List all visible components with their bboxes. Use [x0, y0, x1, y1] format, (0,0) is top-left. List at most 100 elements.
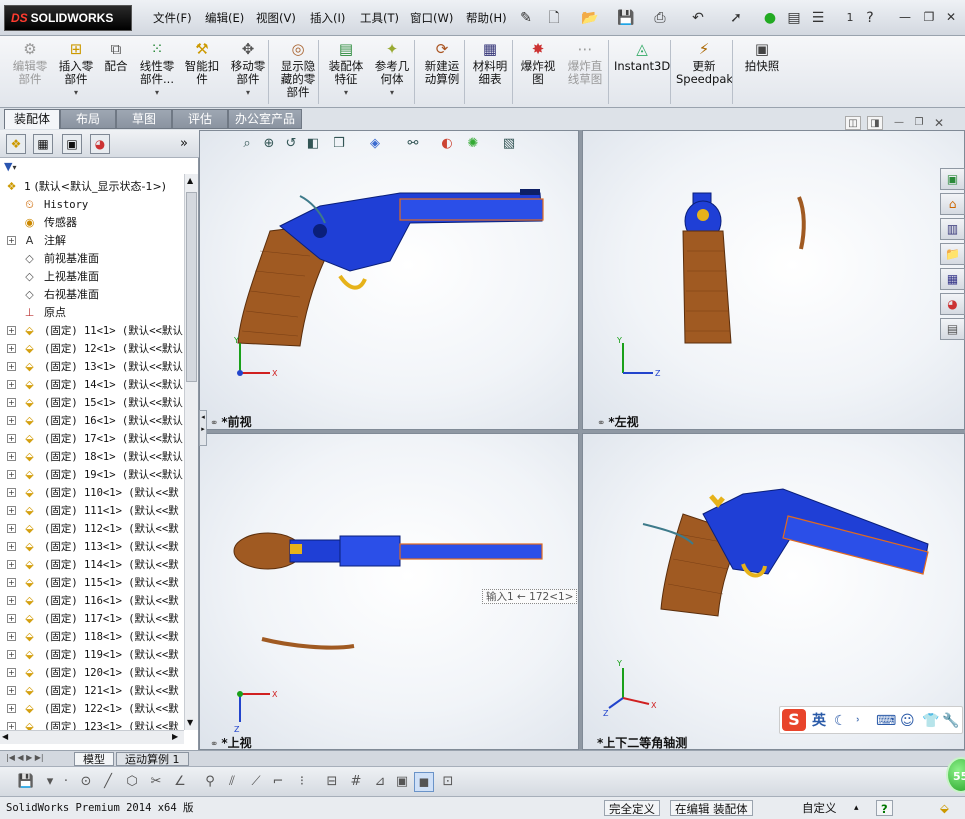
expand-icon[interactable]: + — [7, 344, 16, 353]
tab-office-products[interactable]: 办公室产品 — [228, 109, 302, 129]
tree-part-item[interactable]: + ⬙ (固定) 110<1> (默认<<默 — [0, 484, 184, 502]
ime-skin-icon[interactable]: 👕 — [922, 711, 939, 731]
tree-part-item[interactable]: + ⬙ (固定) 17<1> (默认<<默认 — [0, 430, 184, 448]
ime-halfwidth-icon[interactable]: ☾ — [834, 711, 847, 731]
ime-user-icon[interactable]: ☺ — [900, 711, 915, 731]
rebuild-traffic-light-icon[interactable]: ● — [760, 8, 780, 28]
expand-icon[interactable]: + — [7, 362, 16, 371]
tree-part-item[interactable]: + ⬙ (固定) 14<1> (默认<<默认 — [0, 376, 184, 394]
menu-window[interactable]: 窗口(W) — [410, 10, 453, 26]
expand-icon[interactable]: + — [7, 506, 16, 515]
grid-icon[interactable]: # — [346, 772, 366, 792]
view-box-icon[interactable]: ▣ — [392, 772, 412, 792]
menu-view[interactable]: 视图(V) — [256, 10, 296, 26]
restore-icon[interactable]: ❐ — [920, 8, 938, 26]
spline-icon[interactable]: ⁝ — [292, 772, 312, 792]
tree-part-item[interactable]: + ⬙ (固定) 19<1> (默认<<默认 — [0, 466, 184, 484]
panel-collapse-handle[interactable]: ◂ ▸ — [199, 410, 207, 446]
dimension-icon[interactable]: ⫽ — [222, 772, 242, 792]
ribbon-button-linear-pattern[interactable]: ⁙ 线性零 部件... ▾ — [136, 40, 178, 99]
new-document-icon[interactable]: 🗋 — [544, 8, 564, 28]
construction-line-icon[interactable]: ⟋ — [246, 772, 266, 792]
solidworks-logo[interactable]: DS SOLIDWORKS — [4, 5, 132, 31]
ribbon-button-bom[interactable]: ▦ 材料明 细表 — [470, 40, 510, 86]
link-views-icon[interactable]: ⚭ — [597, 418, 605, 429]
tree-part-item[interactable]: + ⬙ (固定) 114<1> (默认<<默 — [0, 556, 184, 574]
tree-node[interactable]: ⊥ 原点 — [0, 304, 184, 322]
filter-icon[interactable]: ▼▾ — [4, 160, 16, 173]
tree-node[interactable]: ◉ 传感器 — [0, 214, 184, 232]
expand-icon[interactable]: + — [7, 596, 16, 605]
ribbon-button-explode-view[interactable]: ✸ 爆炸视图 — [518, 40, 558, 86]
tree-node[interactable]: ◇ 上视基准面 — [0, 268, 184, 286]
tree-part-item[interactable]: + ⬙ (固定) 122<1> (默认<<默 — [0, 700, 184, 718]
ribbon-button-motion-study[interactable]: ⟳ 新建运 动算例 — [420, 40, 464, 86]
print-icon[interactable]: ⎙ — [650, 8, 670, 28]
expand-icon[interactable]: + — [7, 236, 16, 245]
ribbon-button-speedpak[interactable]: ⚡ 更新 Speedpak — [676, 40, 733, 86]
tree-part-item[interactable]: + ⬙ (固定) 120<1> (默认<<默 — [0, 664, 184, 682]
tab-motion-study[interactable]: 运动算例 1 — [116, 752, 189, 766]
tree-horizontal-scrollbar[interactable]: ◀ ▶ — [0, 730, 184, 744]
tree-part-item[interactable]: + ⬙ (固定) 18<1> (默认<<默认 — [0, 448, 184, 466]
tree-part-item[interactable]: + ⬙ (固定) 121<1> (默认<<默 — [0, 682, 184, 700]
scroll-right-icon[interactable]: ▶ — [172, 732, 178, 741]
expand-icon[interactable]: + — [7, 578, 16, 587]
graphics-area[interactable]: Y X ⚭ *前视 Y Z ⚭ *左视 Z X ⚭ *上视 Y X Z *上下二… — [199, 130, 965, 750]
scroll-up-icon[interactable]: ▲ — [187, 176, 193, 185]
expand-icon[interactable]: + — [7, 380, 16, 389]
ribbon-button-reference-geometry[interactable]: ✦ 参考几 何体 ▾ — [372, 40, 412, 99]
options-list-icon[interactable]: ☰ — [808, 8, 828, 28]
tree-part-item[interactable]: + ⬙ (固定) 117<1> (默认<<默 — [0, 610, 184, 628]
tree-node[interactable]: ◇ 前视基准面 — [0, 250, 184, 268]
3d-cube-icon[interactable]: ◼ — [414, 772, 434, 792]
angle-icon[interactable]: ∠ — [170, 772, 190, 792]
polygon-icon[interactable]: ⬡ — [122, 772, 142, 792]
measure-icon[interactable]: ⊟ — [322, 772, 342, 792]
ime-tools-icon[interactable]: 🔧 — [942, 711, 959, 731]
expand-icon[interactable]: + — [7, 686, 16, 695]
expand-icon[interactable]: + — [7, 488, 16, 497]
tab-nav-arrows-icon[interactable]: |◀ ◀ ▶ ▶| — [6, 753, 44, 762]
expand-icon[interactable]: + — [7, 722, 16, 730]
resources-icon[interactable]: ▣ — [940, 168, 965, 190]
dropdown-arrow-icon[interactable]: ▾ — [136, 86, 178, 99]
view-orientation-icon[interactable]: ❒ — [330, 134, 348, 154]
doc-minimize-icon[interactable]: — — [891, 116, 907, 130]
doc-restore-icon[interactable]: ❐ — [911, 116, 927, 130]
apply-scene-icon[interactable]: ✺ — [464, 134, 482, 154]
open-folder-icon[interactable]: 📂 — [580, 8, 600, 28]
expand-icon[interactable]: + — [7, 542, 16, 551]
tag-icon[interactable]: ⬙ — [940, 800, 949, 816]
corner-rectangle-icon[interactable]: ⌐ — [268, 772, 288, 792]
edit-appearance-icon[interactable]: ◐ — [438, 134, 456, 154]
ribbon-button-insert-component[interactable]: ⊞ 插入零 部件 ▾ — [56, 40, 96, 99]
panel-expand-icon[interactable]: » — [180, 136, 188, 151]
sogou-logo-icon[interactable]: S — [782, 709, 806, 731]
tree-node[interactable]: ◇ 右视基准面 — [0, 286, 184, 304]
tab-evaluate[interactable]: 评估 — [172, 109, 228, 129]
toolbar-extra-icon[interactable]: ⊡ — [438, 772, 458, 792]
ime-keyboard-icon[interactable]: ⌨ — [876, 711, 896, 731]
ribbon-button-snapshot[interactable]: ▣ 拍快照 — [738, 40, 786, 73]
scroll-thumb[interactable] — [186, 192, 197, 382]
tree-part-item[interactable]: + ⬙ (固定) 11<1> (默认<<默认 — [0, 322, 184, 340]
tab-sketch[interactable]: 草图 — [116, 109, 172, 129]
ribbon-button-smart-fastener[interactable]: ⚒ 智能扣件 — [182, 40, 222, 86]
tree-part-item[interactable]: + ⬙ (固定) 12<1> (默认<<默认 — [0, 340, 184, 358]
tree-part-item[interactable]: + ⬙ (固定) 123<1> (默认<<默 — [0, 718, 184, 730]
mirror-icon[interactable]: ⚲ — [200, 772, 220, 792]
tree-part-item[interactable]: + ⬙ (固定) 16<1> (默认<<默认 — [0, 412, 184, 430]
previous-view-icon[interactable]: ↺ — [282, 134, 300, 154]
ribbon-button-move-component[interactable]: ✥ 移动零 部件 ▾ — [228, 40, 268, 99]
viewport-isometric[interactable]: Y X Z *上下二等角轴测 — [582, 433, 965, 750]
vertical-view-splitter[interactable] — [579, 130, 582, 750]
tree-part-item[interactable]: + ⬙ (固定) 119<1> (默认<<默 — [0, 646, 184, 664]
help-question-icon[interactable]: ? — [860, 8, 880, 28]
ribbon-button-show-hidden[interactable]: ◎ 显示隐 藏的零 部件 — [276, 40, 320, 99]
units-selector[interactable]: 自定义 — [802, 800, 837, 816]
pin-icon[interactable]: ✎ — [516, 8, 536, 28]
tree-vertical-scrollbar[interactable]: ▲ ▼ — [184, 174, 198, 730]
expand-icon[interactable]: + — [7, 452, 16, 461]
units-dropdown-icon[interactable]: ▴ — [854, 800, 859, 816]
